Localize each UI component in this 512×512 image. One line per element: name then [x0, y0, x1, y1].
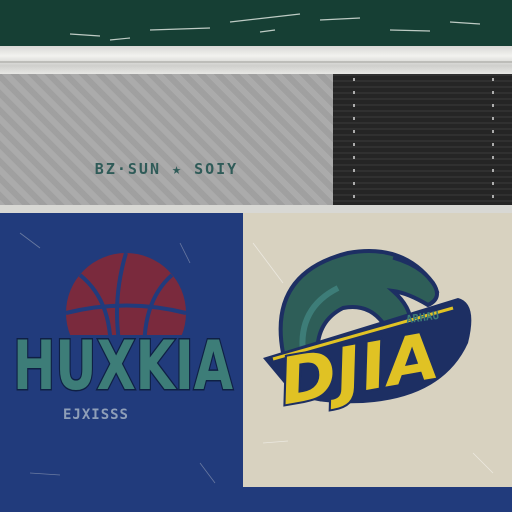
left-team-logo: HUXKIA EJXISSS	[12, 232, 235, 484]
left-logo-subtitle: EJXISSS	[63, 407, 129, 423]
right-team-logo: ARHAU DJIA	[252, 242, 494, 474]
blue-strip	[243, 487, 512, 512]
stripe-line	[0, 61, 512, 63]
black-panel-stitching	[353, 78, 494, 204]
band-wordmark: BZ·SUN ★ SOIY	[94, 160, 239, 178]
gray-divider	[0, 205, 512, 213]
top-band-scratches	[69, 13, 481, 41]
left-logo-title: HUXKIA	[13, 327, 233, 406]
gray-panel	[0, 74, 333, 208]
white-stripe	[0, 46, 512, 74]
